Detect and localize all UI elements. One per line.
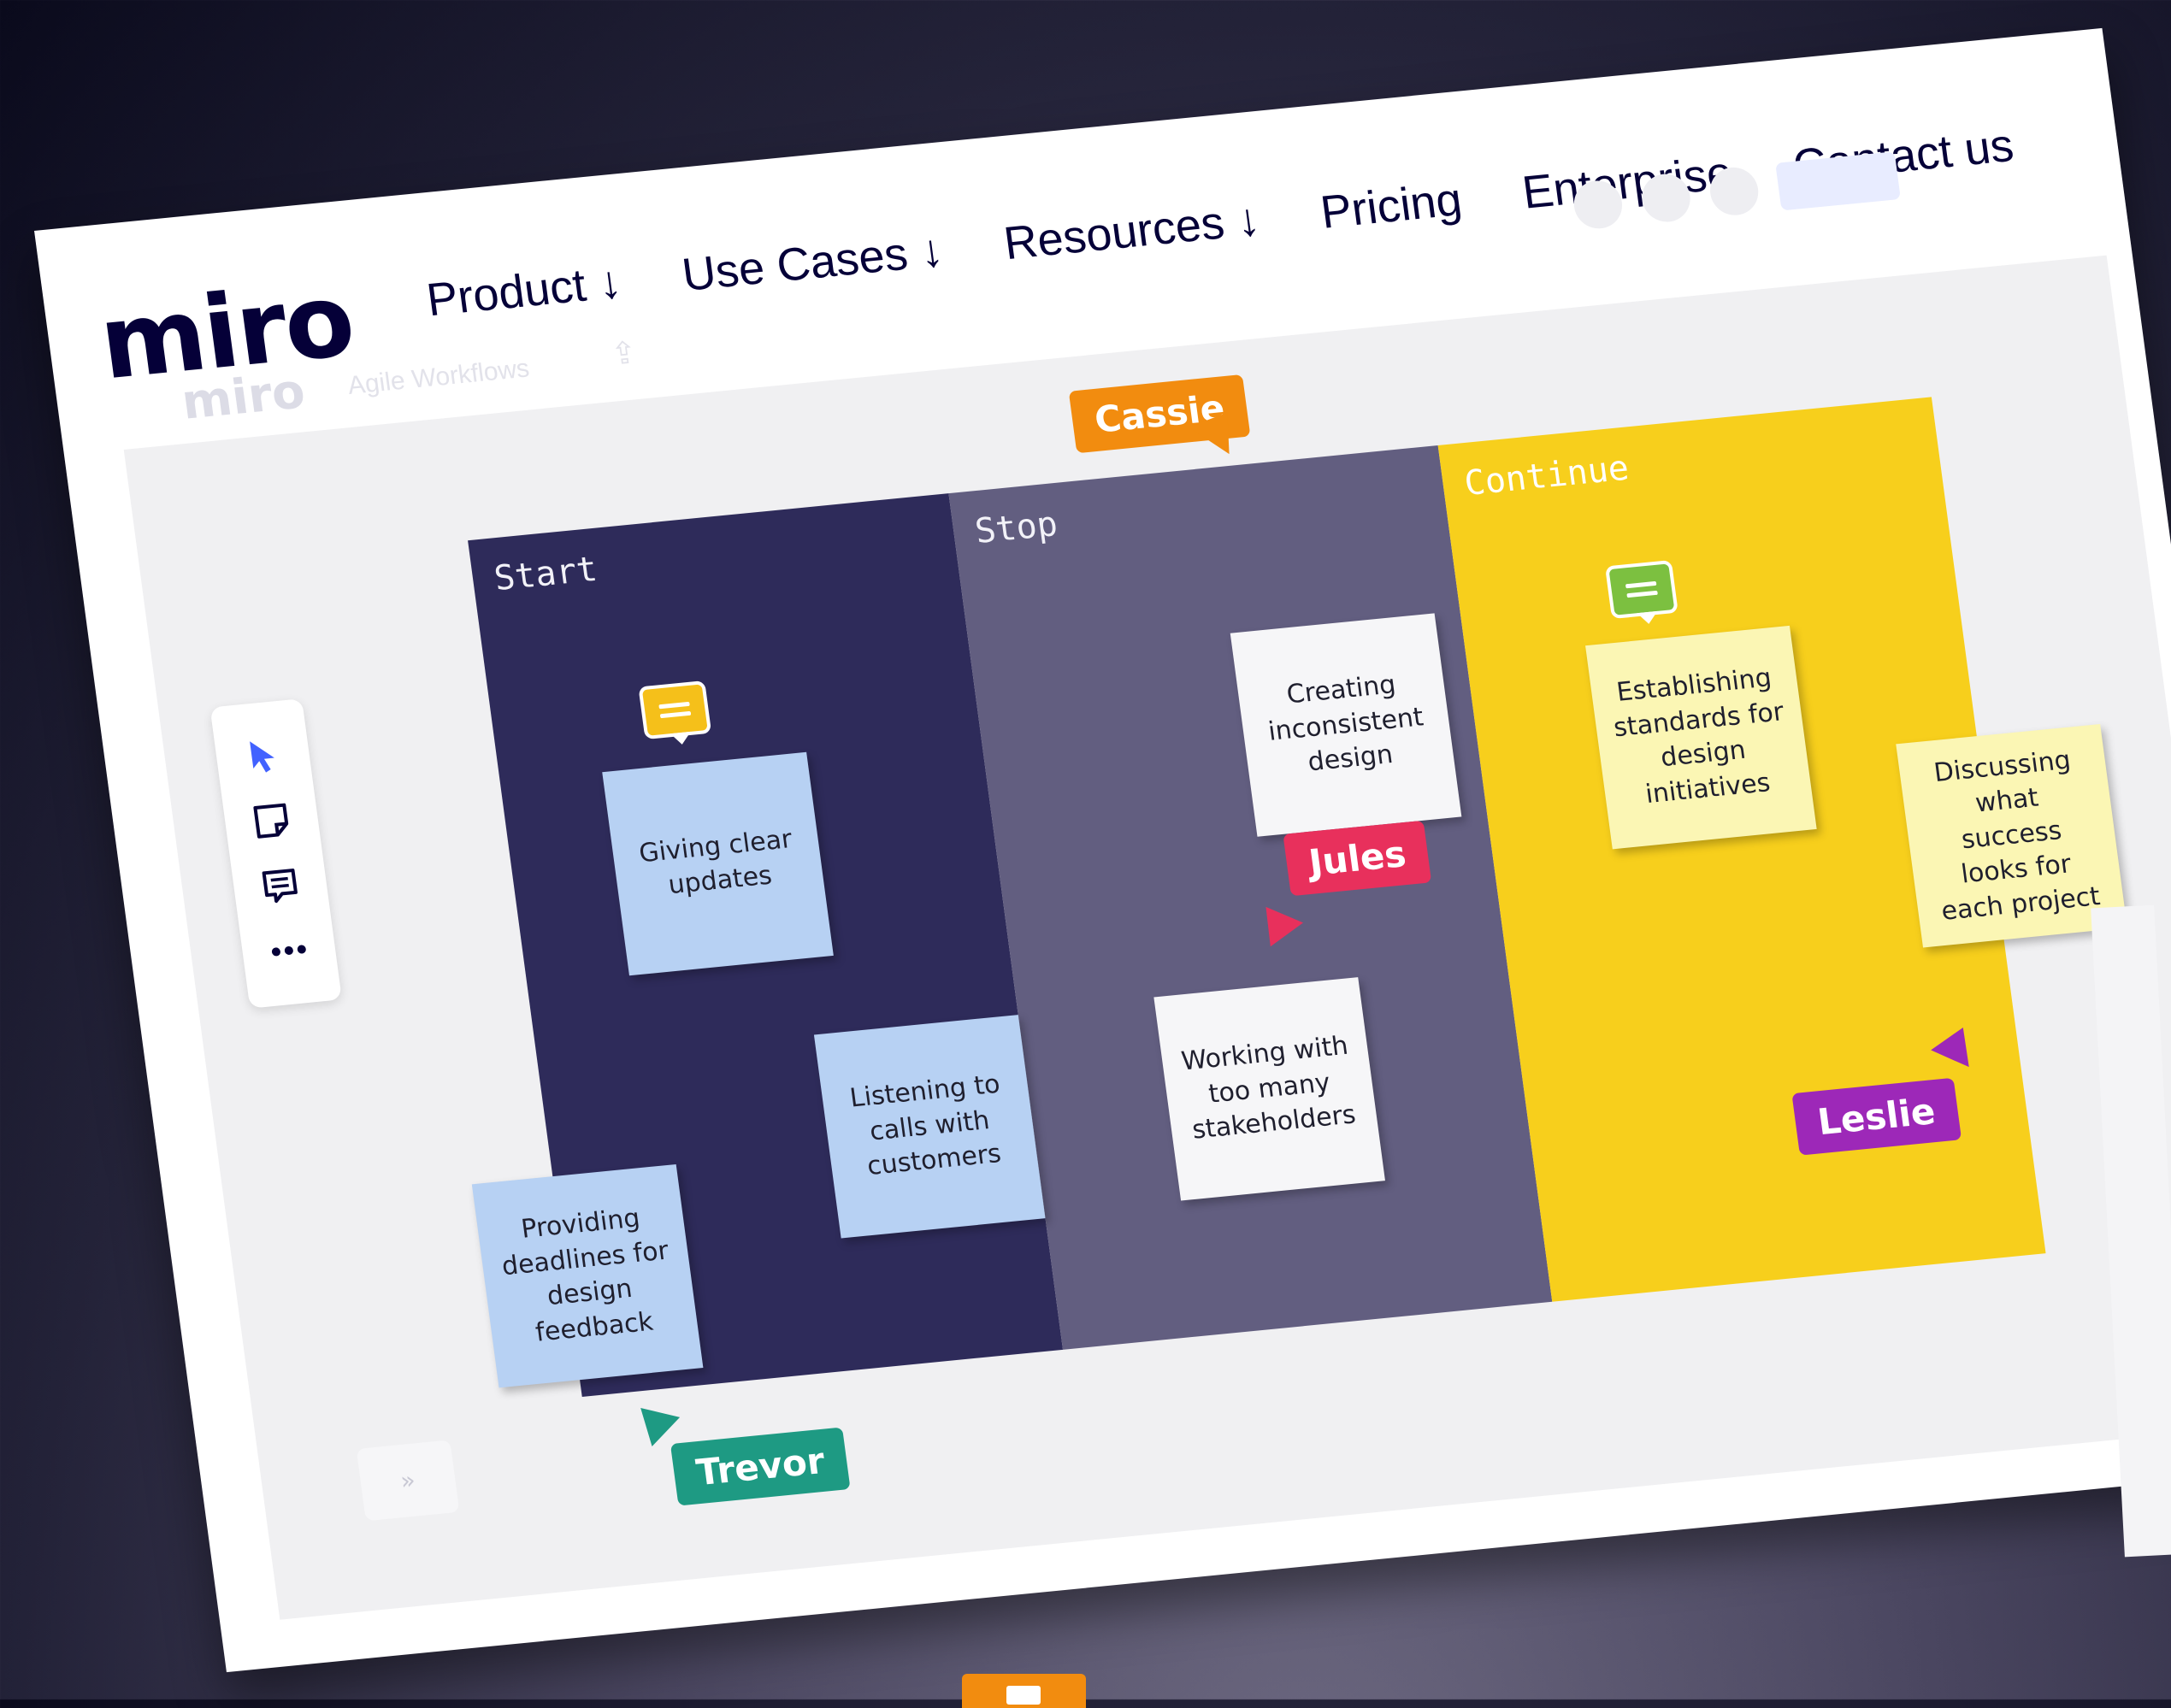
- column-label: Continue: [1461, 448, 1631, 504]
- share-icon[interactable]: ⇪: [609, 335, 639, 373]
- nav-product[interactable]: Product ↓: [423, 256, 625, 327]
- dock-item[interactable]: [962, 1674, 1086, 1708]
- sticky-note[interactable]: Giving clear updates: [602, 751, 834, 976]
- nav-resources[interactable]: Resources ↓: [1000, 192, 1264, 270]
- more-icon[interactable]: [266, 928, 312, 973]
- avatar[interactable]: [1707, 165, 1761, 218]
- nav-pricing[interactable]: Pricing: [1318, 173, 1465, 239]
- sticky-note-icon[interactable]: [249, 798, 295, 843]
- board-canvas[interactable]: Start Stop Continue Giving clear updates…: [123, 255, 2171, 1620]
- cursor-label-trevor: Trevor: [670, 1427, 851, 1506]
- sticky-note[interactable]: Working with too many stakeholders: [1153, 977, 1385, 1201]
- sticky-note[interactable]: Creating inconsistent design: [1230, 613, 1462, 837]
- cursor-icon[interactable]: [240, 734, 286, 779]
- avatar[interactable]: [1638, 172, 1694, 225]
- avatar[interactable]: [1571, 178, 1625, 231]
- column-label: Stop: [972, 504, 1060, 552]
- sticky-note[interactable]: Establishing standards for design initia…: [1585, 625, 1817, 850]
- board-name[interactable]: Agile Workflows: [346, 354, 531, 400]
- expand-panel-button[interactable]: »: [356, 1440, 460, 1522]
- column-label: Start: [492, 549, 600, 599]
- comment-icon[interactable]: [257, 863, 304, 908]
- cursor-arrow-icon: [626, 1393, 681, 1447]
- comment-icon[interactable]: [1604, 560, 1678, 620]
- comment-icon[interactable]: [638, 680, 712, 740]
- sticky-note[interactable]: Listening to calls with customers: [813, 1015, 1046, 1239]
- miro-screenshot: miro miro Agile Workflows ⇪ Product ↓ Us…: [34, 27, 2171, 1673]
- nav-use-cases[interactable]: Use Cases ↓: [679, 224, 947, 302]
- sticky-note[interactable]: Providing deadlines for design feedback: [471, 1163, 704, 1388]
- app-logo-faded: miro: [178, 363, 309, 431]
